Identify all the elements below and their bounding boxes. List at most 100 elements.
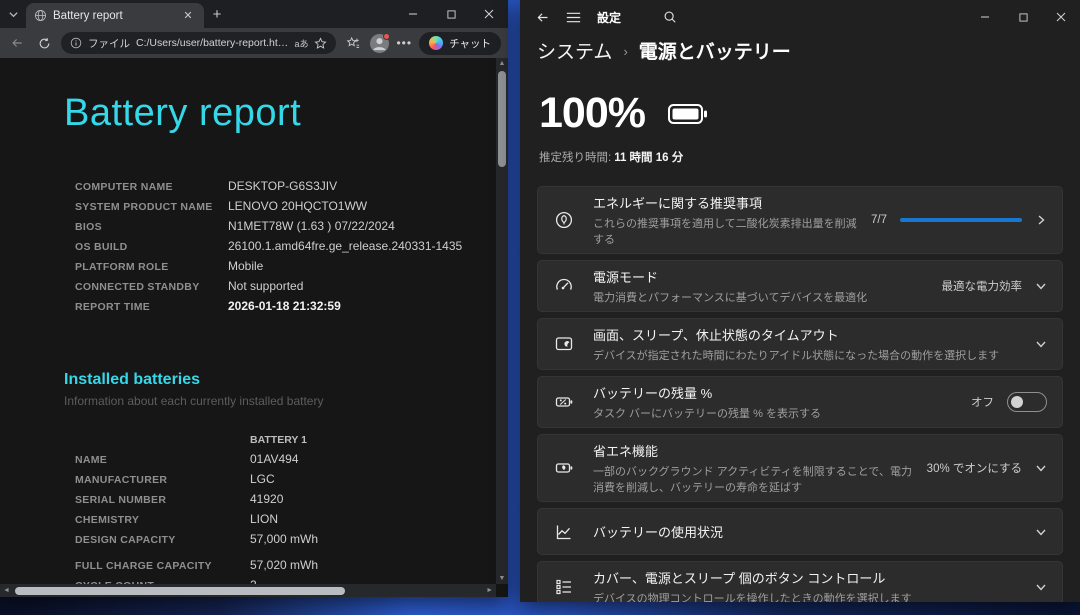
card-title: 省エネ機能 bbox=[593, 441, 917, 460]
table-row: COMPUTER NAMEDESKTOP-G6S3JIV bbox=[75, 179, 496, 193]
breadcrumb-separator: › bbox=[623, 42, 627, 59]
copilot-chat-button[interactable]: チャット bbox=[419, 32, 501, 55]
browser-toolbar: ファイル C:/Users/user/battery-report.html a… bbox=[0, 28, 508, 58]
card-subtitle: 一部のバックグラウンド アクティビティを制限することで、電力消費を削減し、バッテ… bbox=[593, 463, 917, 495]
screen-timeout-icon bbox=[554, 334, 574, 354]
scroll-up-icon[interactable]: ▲ bbox=[499, 58, 506, 69]
installed-batteries-table: BATTERY 1 NAME01AV494 MANUFACTURERLGC SE… bbox=[75, 434, 496, 584]
table-row: SERIAL NUMBER41920 bbox=[75, 492, 496, 506]
address-bar[interactable]: ファイル C:/Users/user/battery-report.html a… bbox=[61, 32, 336, 54]
chat-label: チャット bbox=[449, 36, 491, 51]
time-remaining: 推定残り時間:11 時間 16 分 bbox=[539, 149, 1080, 165]
browser-maximize-button[interactable] bbox=[432, 0, 470, 28]
settings-maximize-button[interactable] bbox=[1004, 0, 1042, 34]
browser-close-button[interactable] bbox=[470, 0, 508, 28]
breadcrumb: システム › 電源とバッテリー bbox=[520, 37, 1080, 64]
card-battery-percentage[interactable]: バッテリーの残量 % タスク バーにバッテリーの残量 % を表示する オフ bbox=[537, 376, 1063, 428]
settings-window: 設定 システム › 電源とバッテリー 100% 推定残り時間:11 時間 16 … bbox=[520, 0, 1080, 602]
card-title: エネルギーに関する推奨事項 bbox=[593, 193, 861, 212]
table-row: MANUFACTURERLGC bbox=[75, 472, 496, 486]
chevron-down-icon bbox=[8, 9, 19, 20]
back-button[interactable] bbox=[7, 33, 27, 53]
translate-icon[interactable]: aあ bbox=[294, 37, 308, 50]
energy-recommendations-icon bbox=[554, 210, 574, 230]
tab-close-icon[interactable]: ✕ bbox=[180, 8, 196, 24]
tab-search-button[interactable] bbox=[0, 0, 26, 28]
table-row: NAME01AV494 bbox=[75, 452, 496, 466]
settings-card-list: エネルギーに関する推奨事項 これらの推奨事項を適用して二酸化炭素排出量を削減する… bbox=[537, 186, 1063, 602]
scroll-left-icon[interactable]: ◄ bbox=[3, 585, 10, 596]
card-screen-timeouts[interactable]: 画面、スリープ、休止状態のタイムアウト デバイスが指定された時間にわたりアイドル… bbox=[537, 318, 1063, 370]
horizontal-scrollbar-thumb[interactable] bbox=[15, 587, 345, 595]
table-row: BIOSN1MET78W (1.63 ) 07/22/2024 bbox=[75, 219, 496, 233]
browser-tab[interactable]: Battery report ✕ bbox=[26, 3, 204, 28]
lid-power-buttons-icon bbox=[554, 577, 574, 597]
battery-status: 100% 推定残り時間:11 時間 16 分 bbox=[539, 89, 1080, 165]
favorite-star-icon[interactable] bbox=[314, 37, 327, 50]
tab-title: Battery report bbox=[53, 10, 174, 22]
breadcrumb-system[interactable]: システム bbox=[537, 37, 612, 64]
card-battery-usage[interactable]: バッテリーの使用状況 bbox=[537, 508, 1063, 555]
new-tab-button[interactable]: + bbox=[204, 0, 230, 28]
search-icon[interactable] bbox=[663, 10, 677, 24]
battery-usage-icon bbox=[554, 522, 574, 542]
table-row: FULL CHARGE CAPACITY57,020 mWh bbox=[75, 558, 496, 572]
browser-menu-icon[interactable]: ••• bbox=[396, 36, 412, 50]
system-info-table: COMPUTER NAMEDESKTOP-G6S3JIV SYSTEM PROD… bbox=[75, 179, 496, 313]
vertical-scrollbar[interactable]: ▲ ▼ bbox=[496, 58, 508, 584]
toggle-state-label: オフ bbox=[971, 394, 994, 410]
refresh-button[interactable] bbox=[34, 33, 54, 53]
battery-report-page: Battery report COMPUTER NAMEDESKTOP-G6S3… bbox=[0, 58, 496, 584]
chevron-down-icon bbox=[1035, 462, 1047, 474]
card-energy-recommendations[interactable]: エネルギーに関する推奨事項 これらの推奨事項を適用して二酸化炭素排出量を削減する… bbox=[537, 186, 1063, 254]
maximize-icon bbox=[447, 10, 456, 19]
toggle-knob bbox=[1011, 396, 1023, 408]
table-row: CHEMISTRYLION bbox=[75, 512, 496, 526]
scroll-down-icon[interactable]: ▼ bbox=[499, 573, 506, 584]
battery-percent-value: 100% bbox=[539, 89, 645, 138]
table-header-row: BATTERY 1 bbox=[75, 434, 496, 446]
browser-minimize-button[interactable] bbox=[394, 0, 432, 28]
battery-full-icon bbox=[667, 102, 709, 126]
horizontal-scrollbar[interactable]: ◄ ► bbox=[0, 584, 496, 597]
copilot-icon bbox=[429, 36, 443, 50]
card-subtitle: デバイスの物理コントロールを操作したときの動作を選択します bbox=[593, 590, 1025, 602]
hamburger-menu-icon[interactable] bbox=[566, 11, 581, 24]
time-remaining-value: 11 時間 16 分 bbox=[614, 152, 683, 164]
card-lid-power-buttons[interactable]: カバー、電源とスリープ 個のボタン コントロール デバイスの物理コントロールを操… bbox=[537, 561, 1063, 602]
card-subtitle: デバイスが指定された時間にわたりアイドル状態になった場合の動作を選択します bbox=[593, 347, 1025, 363]
power-mode-value: 最適な電力効率 bbox=[942, 278, 1023, 294]
card-title: バッテリーの使用状況 bbox=[593, 522, 1025, 541]
battery-percent-icon bbox=[554, 392, 574, 412]
minimize-icon bbox=[980, 12, 990, 22]
chevron-down-icon bbox=[1035, 280, 1047, 292]
settings-app-title: 設定 bbox=[597, 9, 621, 26]
page-title: Battery report bbox=[64, 92, 496, 135]
maximize-icon bbox=[1019, 13, 1028, 22]
chevron-down-icon bbox=[1035, 526, 1047, 538]
card-subtitle: 電力消費とパフォーマンスに基づいてデバイスを最適化 bbox=[593, 289, 932, 305]
table-row: REPORT TIME2026-01-18 21:32:59 bbox=[75, 299, 496, 313]
battery-percent-toggle[interactable] bbox=[1007, 392, 1047, 412]
vertical-scrollbar-thumb[interactable] bbox=[498, 71, 506, 167]
refresh-icon bbox=[38, 37, 51, 50]
settings-minimize-button[interactable] bbox=[966, 0, 1004, 34]
globe-icon bbox=[34, 9, 47, 22]
energy-saver-value: 30% でオンにする bbox=[927, 460, 1022, 476]
card-power-mode[interactable]: 電源モード 電力消費とパフォーマンスに基づいてデバイスを最適化 最適な電力効率 bbox=[537, 260, 1063, 312]
browser-tab-bar: Battery report ✕ + bbox=[0, 0, 508, 28]
card-energy-saver[interactable]: 省エネ機能 一部のバックグラウンド アクティビティを制限することで、電力消費を削… bbox=[537, 434, 1063, 502]
scroll-right-icon[interactable]: ► bbox=[486, 585, 493, 596]
browser-window: Battery report ✕ + ファイル C:/Users/user/ba… bbox=[0, 0, 508, 597]
card-title: カバー、電源とスリープ 個のボタン コントロール bbox=[593, 568, 1025, 587]
chevron-down-icon bbox=[1035, 338, 1047, 350]
collections-icon[interactable] bbox=[343, 33, 363, 53]
chevron-down-icon bbox=[1035, 581, 1047, 593]
settings-close-button[interactable] bbox=[1042, 0, 1080, 34]
card-subtitle: タスク バーにバッテリーの残量 % を表示する bbox=[593, 405, 961, 421]
installed-batteries-subheading: Information about each currently install… bbox=[64, 394, 496, 408]
recommendations-count: 7/7 bbox=[871, 214, 887, 226]
settings-back-button[interactable] bbox=[535, 10, 550, 25]
close-icon bbox=[484, 9, 494, 19]
profile-avatar[interactable] bbox=[370, 34, 389, 53]
